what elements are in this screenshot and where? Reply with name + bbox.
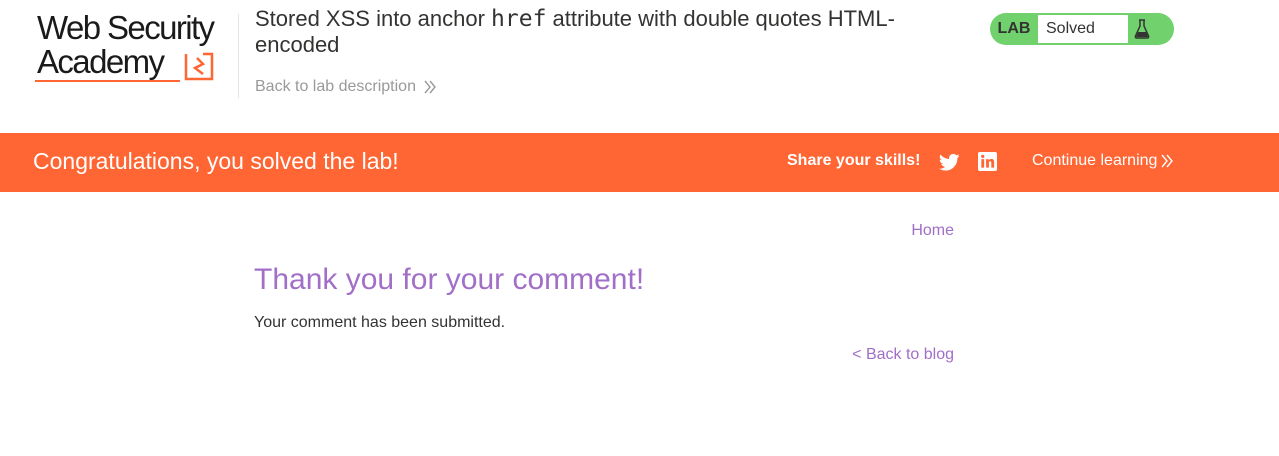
logo-mark-icon <box>184 52 214 81</box>
continue-learning-label: Continue learning <box>1032 152 1158 169</box>
nav-home-link[interactable]: Home <box>911 222 954 240</box>
twitter-icon <box>939 153 960 171</box>
lab-header: Web Security Academy Stored XSS into anc… <box>0 0 1279 133</box>
header-divider <box>238 14 239 98</box>
congratulations-message: Congratulations, you solved the lab! <box>33 148 399 174</box>
solved-banner: Congratulations, you solved the lab! Sha… <box>0 133 1279 192</box>
lab-title-part1: Stored XSS into anchor <box>255 6 492 31</box>
logo-text-line2: Academy <box>37 43 165 80</box>
lab-title-code: href <box>491 6 547 32</box>
double-chevron-right-icon <box>424 80 436 94</box>
page-title: Thank you for your comment! <box>254 263 645 296</box>
back-to-blog-link[interactable]: < Back to blog <box>852 346 954 364</box>
back-link-label: Back to lab description <box>255 78 416 95</box>
linkedin-icon <box>978 152 997 171</box>
comment-submitted-message: Your comment has been submitted. <box>254 314 506 331</box>
lab-title: Stored XSS into anchor href attribute wi… <box>255 6 975 57</box>
web-security-academy-logo[interactable]: Web Security Academy <box>33 9 238 82</box>
logo-underline <box>35 80 180 82</box>
lab-status-widget: LAB Solved <box>990 13 1174 45</box>
flask-icon <box>1128 15 1155 43</box>
lab-status-text: Solved <box>1038 15 1128 43</box>
logo-text-line1: Web Security <box>37 9 215 46</box>
lab-status-badge: LAB <box>997 20 1031 37</box>
double-chevron-right-icon <box>1161 154 1174 168</box>
back-to-lab-description-link[interactable]: Back to lab description <box>255 78 437 96</box>
share-skills-label: Share your skills! <box>787 152 921 169</box>
continue-learning-link[interactable]: Continue learning <box>1032 152 1174 170</box>
